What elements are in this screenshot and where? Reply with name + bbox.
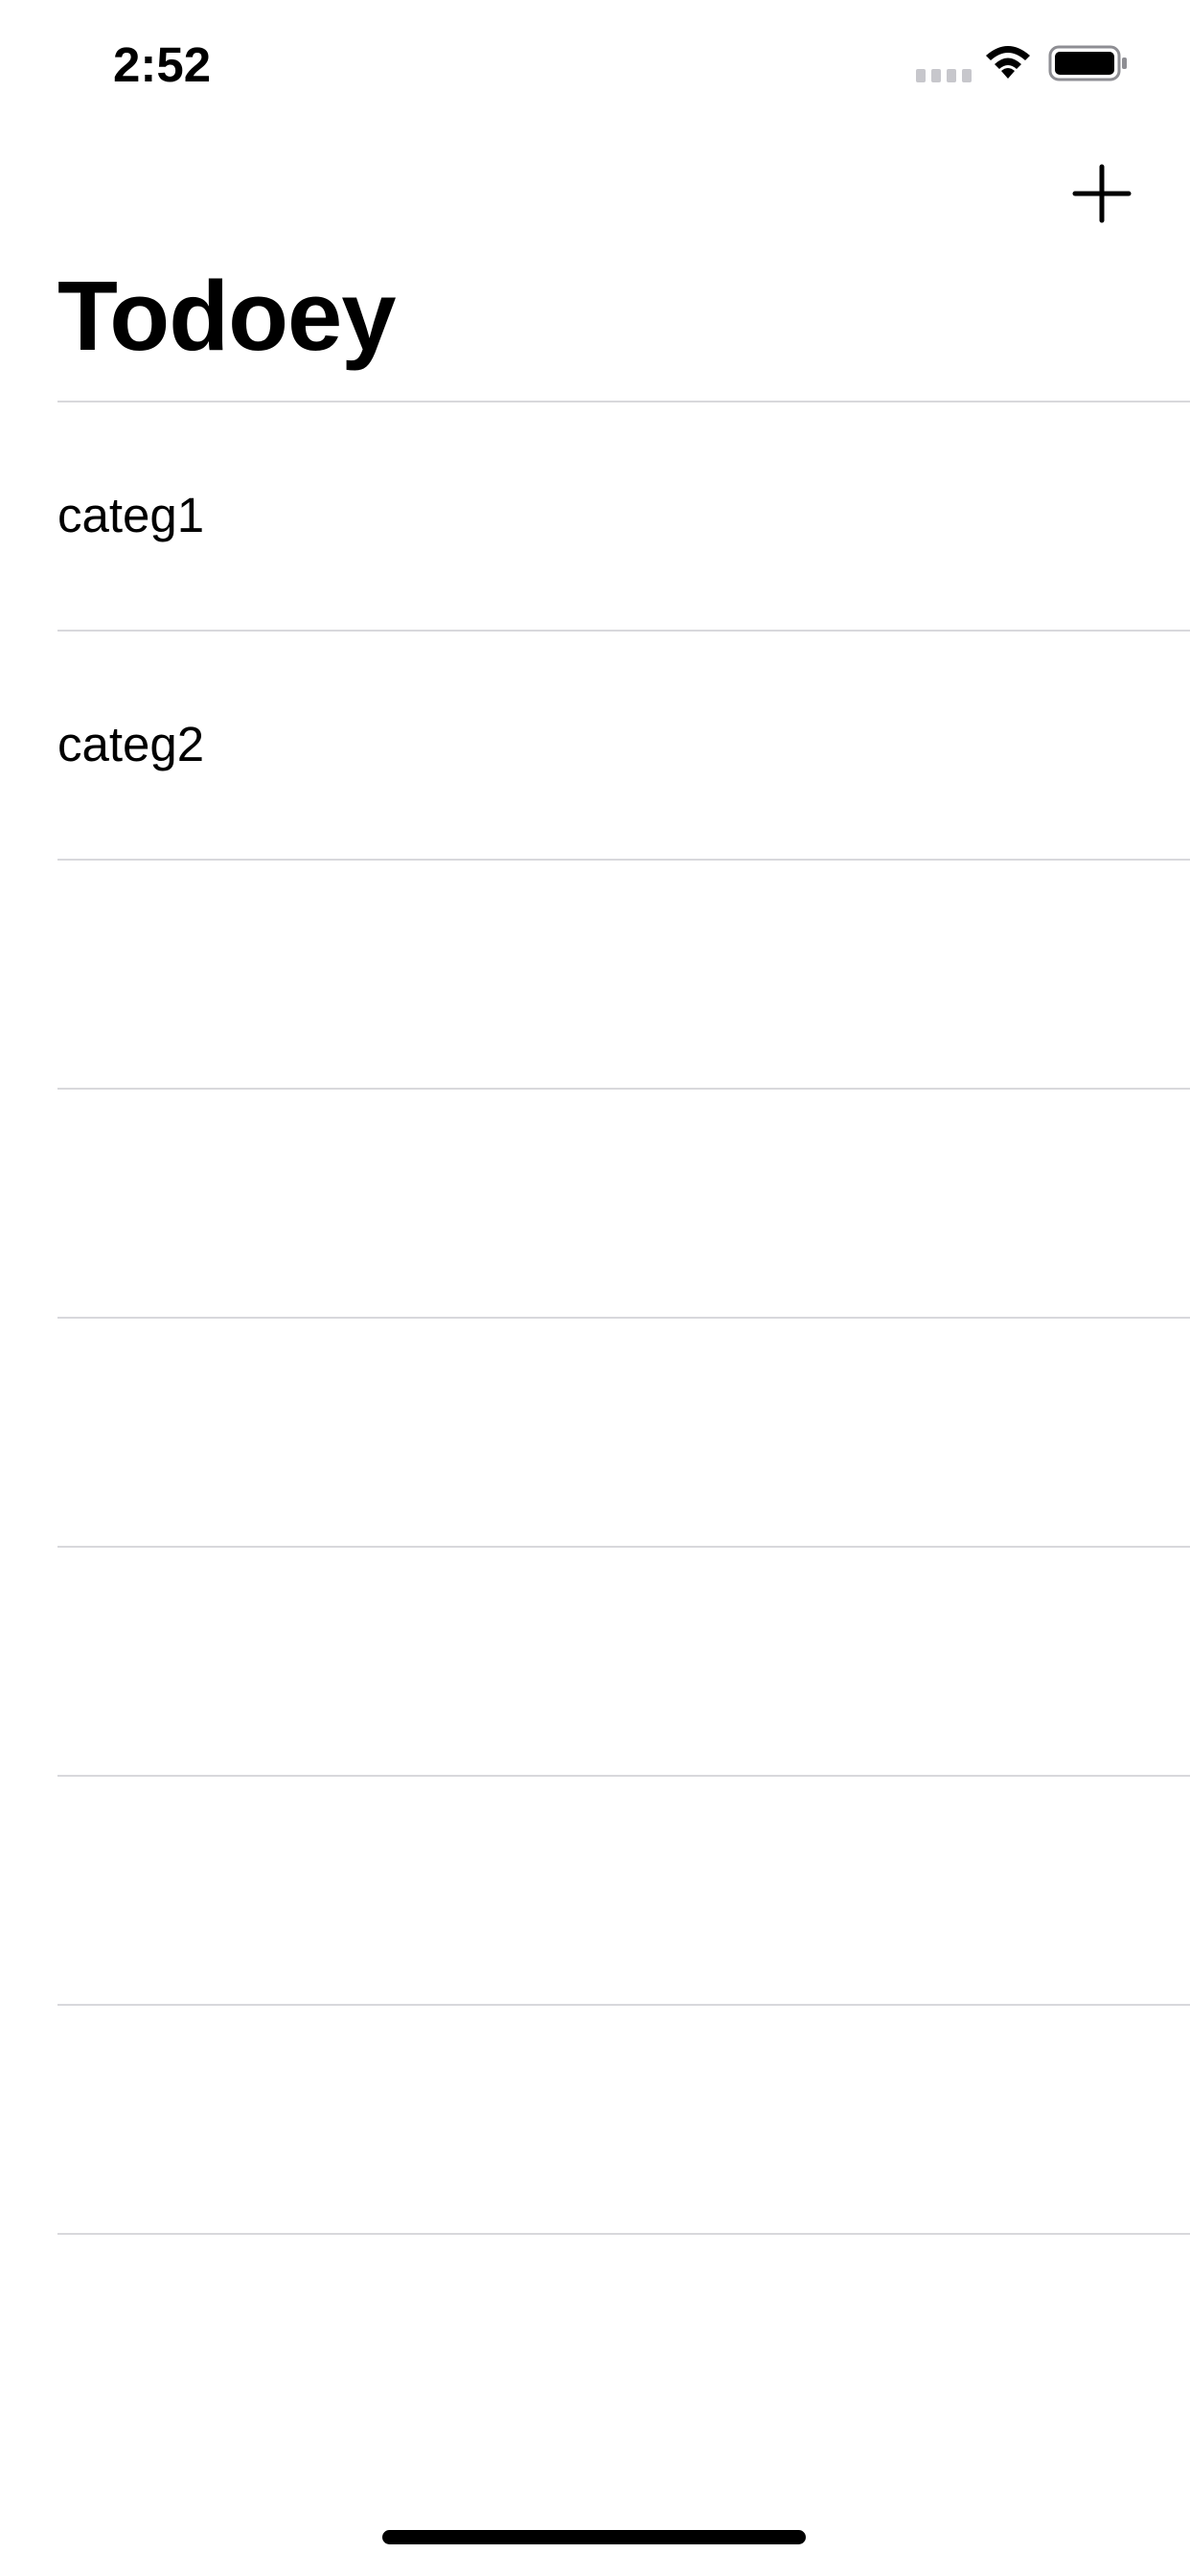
status-time: 2:52 — [113, 37, 212, 92]
wifi-icon — [986, 46, 1030, 79]
battery-icon — [1048, 45, 1127, 81]
separator — [57, 2233, 1190, 2235]
list-item[interactable] — [57, 1088, 1190, 1317]
list-item[interactable] — [57, 859, 1190, 1088]
home-indicator[interactable] — [382, 2530, 806, 2544]
navigation-bar: Todoey — [0, 126, 1190, 401]
list-item-label: categ2 — [57, 717, 205, 771]
category-list: categ1 categ2 — [0, 401, 1190, 2235]
list-item[interactable] — [57, 1546, 1190, 1775]
list-item[interactable]: categ1 — [57, 401, 1190, 630]
list-item[interactable] — [57, 1775, 1190, 2004]
list-item-label: categ1 — [57, 488, 205, 542]
plus-icon — [1072, 164, 1132, 223]
cellular-signal-icon — [916, 69, 972, 82]
page-title: Todoey — [57, 261, 397, 371]
list-item[interactable] — [57, 2004, 1190, 2233]
list-item[interactable]: categ2 — [57, 630, 1190, 859]
status-bar: 2:52 — [0, 0, 1190, 126]
list-item[interactable] — [57, 1317, 1190, 1546]
add-category-button[interactable] — [1064, 155, 1140, 232]
